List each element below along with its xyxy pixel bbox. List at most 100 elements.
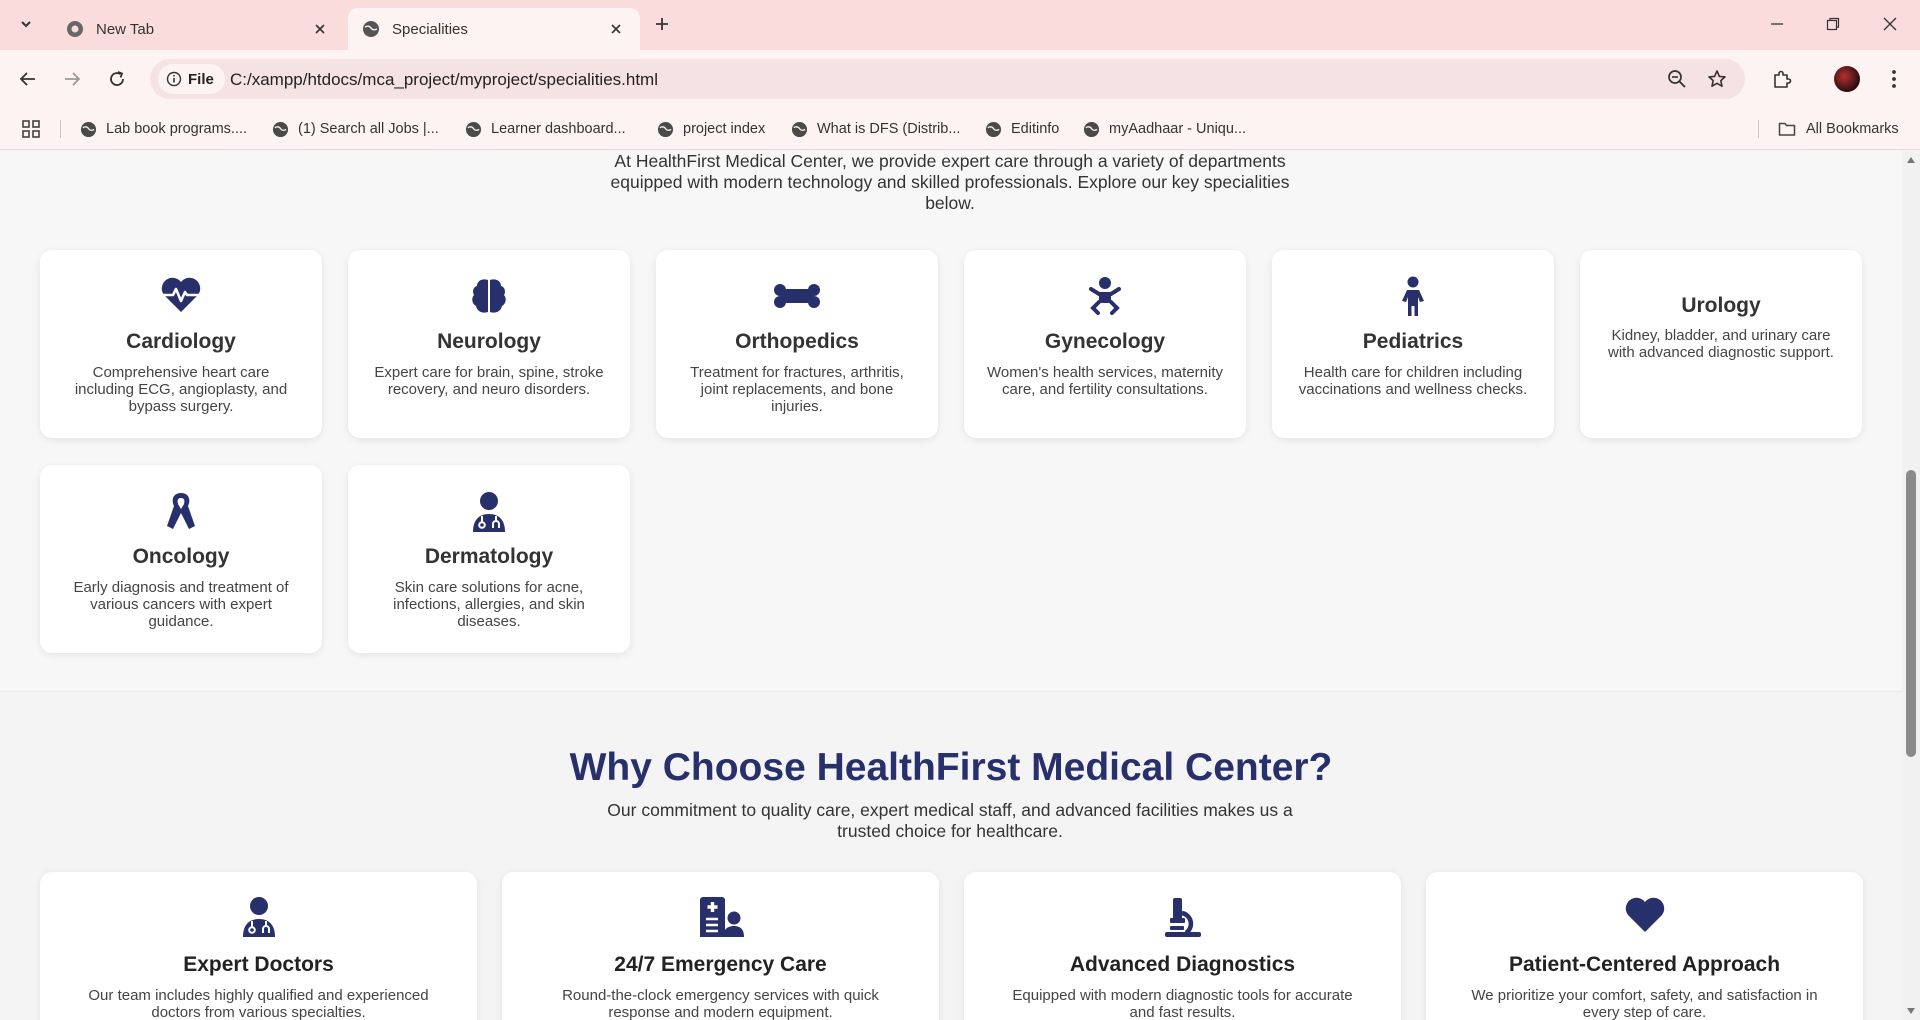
bookmarks-bar: Lab book programs.... (1) Search all Job… xyxy=(0,108,1920,150)
reload-icon xyxy=(110,71,124,86)
speciality-card-cardiology[interactable]: Cardiology Comprehensive heart care incl… xyxy=(40,250,322,438)
tab-strip: New Tab Specialities xyxy=(0,0,1920,50)
globe-icon xyxy=(985,121,1002,137)
child-icon xyxy=(1402,276,1424,316)
speciality-name: Oncology xyxy=(132,545,230,568)
doctor-icon xyxy=(473,492,505,532)
tab-new-tab[interactable]: New Tab xyxy=(52,8,344,50)
bookmark-item[interactable]: Editinfo xyxy=(985,119,1059,139)
bookmark-item[interactable]: (1) Search all Jobs |... xyxy=(272,119,439,139)
forward-button[interactable] xyxy=(58,65,86,93)
why-card-description: Equipped with modern diagnostic tools fo… xyxy=(1012,987,1353,1020)
bookmark-star-button[interactable] xyxy=(1706,68,1728,90)
speciality-name: Pediatrics xyxy=(1362,330,1464,353)
why-card-title: Patient-Centered Approach xyxy=(1508,953,1781,976)
kebab-menu-icon xyxy=(1892,70,1896,88)
scroll-up-arrow-icon[interactable] xyxy=(1906,155,1916,165)
why-card-description: Our team includes highly qualified and e… xyxy=(88,987,429,1020)
speciality-name: Urology xyxy=(1681,294,1761,317)
speciality-name: Gynecology xyxy=(1044,330,1166,353)
tab-search-button[interactable] xyxy=(12,10,40,38)
globe-icon xyxy=(657,121,674,137)
site-chip-label: File xyxy=(188,70,214,88)
folder-icon xyxy=(1778,122,1796,136)
bookmark-item[interactable]: What is DFS (Distrib... xyxy=(791,119,960,139)
back-button[interactable] xyxy=(14,65,42,93)
chevron-down-icon xyxy=(21,21,31,28)
bookmark-item[interactable]: project index xyxy=(657,119,765,139)
browser-menu-button[interactable] xyxy=(1880,65,1908,93)
bookmarks-separator xyxy=(1758,120,1759,138)
bookmark-item[interactable]: Learner dashboard... xyxy=(465,119,626,139)
speciality-description: Early diagnosis and treatment of various… xyxy=(73,579,289,630)
why-card-emergency-care: 24/7 Emergency Care Round-the-clock emer… xyxy=(502,872,939,1020)
chrome-icon xyxy=(67,21,83,37)
bookmark-label: What is DFS (Distrib... xyxy=(817,121,961,137)
brain-icon xyxy=(472,279,506,313)
speciality-card-dermatology[interactable]: Dermatology Skin care solutions for acne… xyxy=(348,465,630,653)
speciality-name: Dermatology xyxy=(424,545,554,568)
speciality-description: Kidney, bladder, and urinary care with a… xyxy=(1608,327,1834,361)
why-card-expert-doctors: Expert Doctors Our team includes highly … xyxy=(40,872,477,1020)
globe-icon xyxy=(363,21,379,37)
close-icon[interactable] xyxy=(606,19,626,39)
hospital-user-icon xyxy=(699,897,744,937)
arrow-right-icon xyxy=(65,72,81,86)
speciality-card-oncology[interactable]: Oncology Early diagnosis and treatment o… xyxy=(40,465,322,653)
heart-icon xyxy=(1625,897,1664,932)
globe-icon xyxy=(465,121,482,137)
ribbon-icon xyxy=(167,493,195,529)
globe-icon xyxy=(272,121,289,137)
reload-button[interactable] xyxy=(103,65,131,93)
page-scrollbar[interactable] xyxy=(1902,151,1920,1020)
address-bar[interactable]: File C:/xampp/htdocs/mca_project/myproje… xyxy=(150,59,1745,99)
speciality-description: Health care for children including vacci… xyxy=(1298,364,1528,398)
bookmark-label: (1) Search all Jobs |... xyxy=(298,121,439,137)
scroll-down-arrow-icon[interactable] xyxy=(1906,1006,1916,1016)
new-tab-button[interactable] xyxy=(650,12,674,36)
site-info-chip[interactable]: File xyxy=(158,64,225,94)
speciality-card-neurology[interactable]: Neurology Expert care for brain, spine, … xyxy=(348,250,630,438)
why-card-description: Round-the-clock emergency services with … xyxy=(562,987,879,1020)
speciality-card-orthopedics[interactable]: Orthopedics Treatment for fractures, art… xyxy=(656,250,938,438)
extensions-button[interactable] xyxy=(1768,65,1796,93)
star-icon xyxy=(1708,70,1726,87)
speciality-card-pediatrics[interactable]: Pediatrics Health care for children incl… xyxy=(1272,250,1554,438)
speciality-name: Neurology xyxy=(437,330,541,353)
minimize-button[interactable] xyxy=(1765,12,1789,36)
section-subtitle: Our commitment to quality care, expert m… xyxy=(607,800,1293,841)
speciality-card-gynecology[interactable]: Gynecology Women's health services, mate… xyxy=(964,250,1246,438)
speciality-description: Treatment for fractures, arthritis, join… xyxy=(690,364,904,415)
tab-specialities[interactable]: Specialities xyxy=(348,8,640,50)
why-card-advanced-diagnostics: Advanced Diagnostics Equipped with moder… xyxy=(964,872,1401,1020)
page-viewport: At HealthFirst Medical Center, we provid… xyxy=(0,151,1902,1020)
globe-icon xyxy=(791,121,808,137)
close-window-button[interactable] xyxy=(1878,12,1902,36)
bookmark-item[interactable]: Lab book programs.... xyxy=(80,119,247,139)
speciality-description: Women's health services, maternity care,… xyxy=(986,364,1223,398)
why-card-title: 24/7 Emergency Care xyxy=(614,953,827,976)
restore-button[interactable] xyxy=(1821,12,1845,36)
puzzle-icon xyxy=(1774,70,1792,88)
speciality-card-urology[interactable]: Urology Kidney, bladder, and urinary car… xyxy=(1580,250,1862,438)
speciality-description: Expert care for brain, spine, stroke rec… xyxy=(374,364,604,398)
globe-icon xyxy=(1083,121,1100,137)
apps-grid-icon[interactable] xyxy=(20,118,42,140)
bookmark-label: Editinfo xyxy=(1011,121,1060,137)
bookmark-item[interactable]: myAadhaar - Uniqu... xyxy=(1083,119,1246,139)
speciality-description: Skin care solutions for acne, infections… xyxy=(393,579,585,630)
tab-title: New Tab xyxy=(96,20,155,38)
zoom-button[interactable] xyxy=(1666,68,1688,90)
why-choose-section: Why Choose HealthFirst Medical Center? O… xyxy=(0,691,1902,1020)
all-bookmarks-button[interactable]: All Bookmarks xyxy=(1777,119,1899,139)
close-icon[interactable] xyxy=(310,19,330,39)
bookmark-label: Lab book programs.... xyxy=(106,121,248,137)
speciality-name: Orthopedics xyxy=(735,330,859,353)
profile-avatar[interactable] xyxy=(1834,66,1860,92)
url-text[interactable]: C:/xampp/htdocs/mca_project/myproject/sp… xyxy=(230,70,658,90)
minimize-icon xyxy=(1771,23,1783,25)
scrollbar-thumb[interactable] xyxy=(1906,470,1916,757)
bookmark-label: project index xyxy=(683,121,766,137)
restore-icon xyxy=(1826,17,1840,31)
plus-icon xyxy=(656,18,668,30)
